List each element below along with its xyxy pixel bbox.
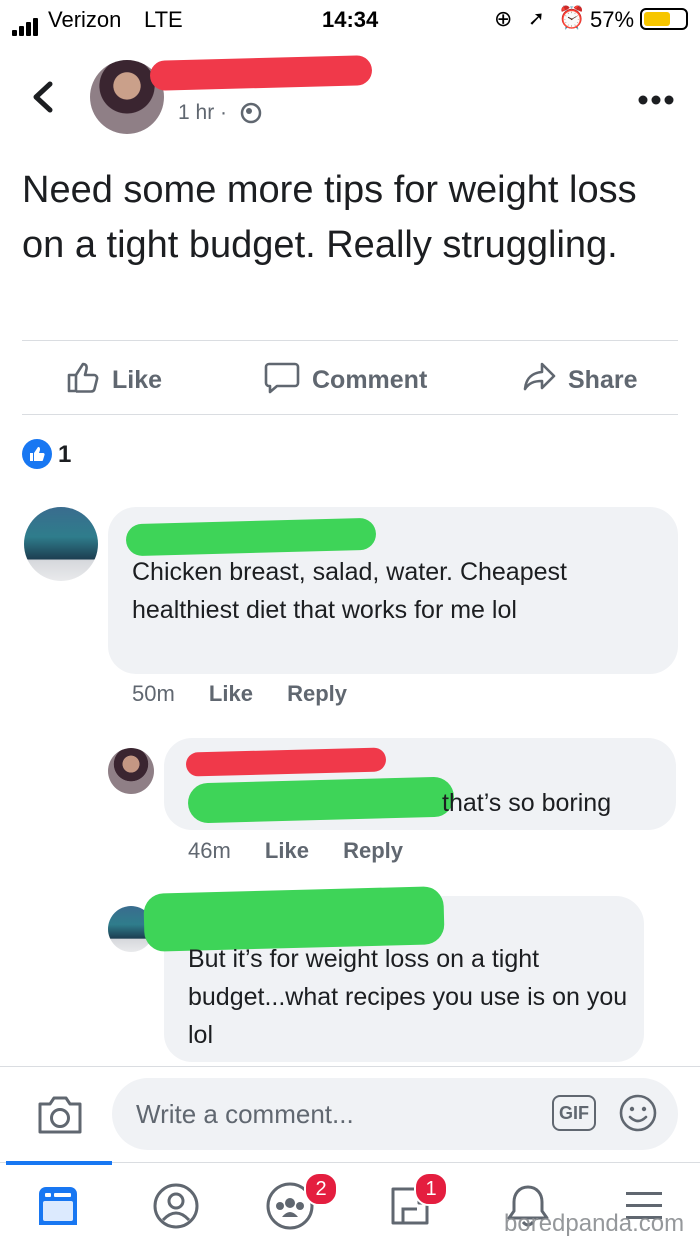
battery-icon — [640, 8, 688, 30]
reply-text: that’s so boring — [442, 789, 612, 817]
post-timestamp: 1 hr · — [178, 101, 228, 124]
gif-label: GIF — [559, 1102, 589, 1123]
divider — [22, 414, 678, 415]
lock-rotation-icon: ⊕ — [494, 6, 513, 31]
reply-bubble: that’s so boring — [164, 738, 676, 830]
comment-input-placeholder: Write a comment... — [136, 1099, 354, 1129]
comment-icon — [264, 360, 300, 401]
groups-badge: 2 — [304, 1172, 338, 1206]
carrier-label: Verizon — [48, 7, 122, 32]
active-tab-indicator — [6, 1161, 112, 1165]
alarm-icon: ⏰ — [558, 5, 586, 30]
smiley-icon — [619, 1094, 657, 1132]
comment-like-button[interactable]: Like — [209, 681, 253, 706]
commenter-avatar[interactable] — [24, 507, 98, 581]
tab-profile[interactable] — [148, 1178, 204, 1234]
battery-percent: 57% — [590, 7, 635, 32]
emoji-button[interactable] — [618, 1093, 658, 1140]
reply-meta: 46m Like Reply — [188, 838, 403, 864]
network-label: LTE — [144, 7, 183, 32]
news-feed-icon — [39, 1187, 77, 1225]
share-button[interactable]: Share — [522, 360, 637, 401]
share-icon — [522, 360, 556, 401]
more-options-icon[interactable] — [638, 93, 674, 107]
comment-bubble: Chicken breast, salad, water. Cheapest h… — [108, 507, 678, 674]
camera-button[interactable] — [36, 1094, 84, 1141]
comment-meta: 50m Like Reply — [132, 681, 347, 707]
second-reply-bubble: But it’s for weight loss on a tight budg… — [143, 886, 644, 1062]
status-bar: Verizon LTE 14:34 ⊕ ➚ ⏰ 57% — [0, 0, 700, 40]
watermark: boredpanda.com — [504, 1210, 685, 1237]
comment-button[interactable]: Comment — [264, 360, 427, 401]
thumbs-up-icon — [66, 360, 100, 401]
post-text: Need some more tips for weight loss on a… — [22, 169, 637, 266]
clock: 14:34 — [322, 7, 379, 32]
share-label: Share — [568, 366, 638, 394]
signal-icon — [12, 10, 40, 36]
redacted-commenter-name — [125, 517, 377, 557]
like-reaction-icon[interactable] — [22, 439, 52, 469]
comment-time: 50m — [132, 681, 175, 706]
reply-reply-button[interactable]: Reply — [343, 838, 403, 863]
redacted-reply-name — [185, 747, 387, 777]
comment-label: Comment — [312, 366, 428, 394]
like-label: Like — [112, 366, 163, 394]
marketplace-badge: 1 — [414, 1172, 448, 1206]
second-reply-text: But it’s for weight loss on a tight budg… — [188, 945, 628, 1049]
location-icon: ➚ — [528, 8, 545, 30]
reply-time: 46m — [188, 838, 231, 863]
divider — [0, 1066, 700, 1067]
comment-input[interactable]: Write a comment... GIF — [112, 1078, 678, 1150]
redacted-reply-text — [187, 776, 455, 824]
globe-icon — [240, 102, 262, 129]
gif-button[interactable]: GIF — [552, 1095, 596, 1131]
comment-text: Chicken breast, salad, water. Cheapest h… — [132, 558, 567, 624]
reply-author-avatar[interactable] — [108, 748, 154, 794]
like-button[interactable]: Like — [66, 360, 162, 401]
divider — [22, 340, 678, 341]
reaction-count[interactable]: 1 — [58, 441, 71, 469]
tab-news-feed[interactable] — [30, 1178, 86, 1234]
camera-icon — [38, 1096, 82, 1134]
back-button[interactable] — [28, 80, 58, 114]
redacted-author-name — [149, 55, 373, 91]
comment-reply-button[interactable]: Reply — [287, 681, 347, 706]
reply-like-button[interactable]: Like — [265, 838, 309, 863]
profile-icon — [153, 1183, 199, 1229]
